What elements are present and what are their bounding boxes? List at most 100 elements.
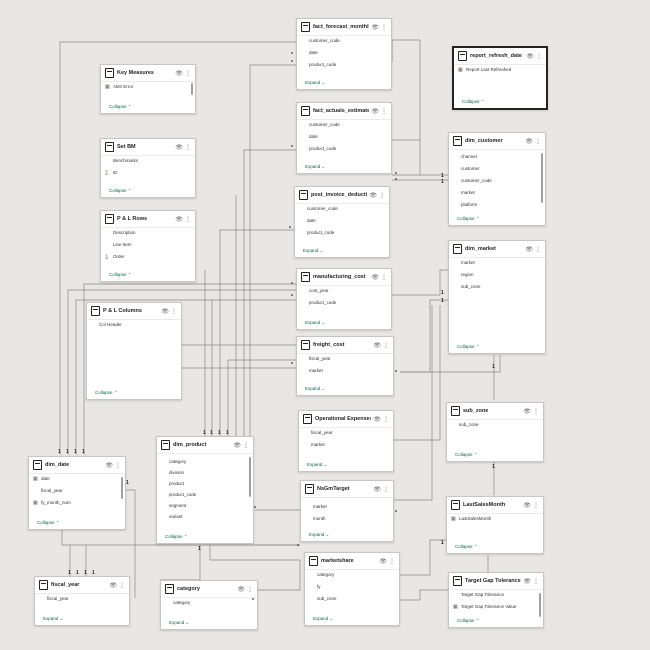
field-row[interactable]: fy (305, 581, 399, 593)
table-card-last-sales-month[interactable]: LastSalesMonth 👁 ⋮ ▦ LastSalesMonth Collaps… (446, 496, 544, 554)
more-options-icon[interactable]: ⋮ (533, 408, 539, 415)
field-row[interactable]: customer_code (297, 35, 391, 47)
expand-toggle[interactable]: Expand ⌄ (305, 80, 325, 86)
field-row[interactable]: category (305, 569, 399, 581)
field-row[interactable]: customer_code (449, 175, 545, 187)
more-options-icon[interactable]: ⋮ (243, 442, 249, 449)
field-row[interactable]: product (157, 478, 253, 489)
more-options-icon[interactable]: ⋮ (171, 308, 177, 315)
table-card-dim-market[interactable]: dim_market 👁 ⋮ market region sub_zone Collap… (448, 240, 546, 354)
more-options-icon[interactable]: ⋮ (115, 462, 121, 469)
eye-icon[interactable]: 👁 (161, 308, 169, 315)
field-row[interactable]: ▦ ABS Error (101, 81, 195, 93)
field-row[interactable]: cost_year (297, 285, 391, 297)
collapse-toggle[interactable]: Collapse ⌃ (457, 216, 480, 222)
scrollbar[interactable] (249, 457, 251, 497)
field-row[interactable]: fiscal_year (297, 353, 393, 365)
field-row[interactable]: market (299, 439, 393, 451)
eye-icon[interactable]: 👁 (175, 144, 183, 151)
field-row[interactable]: fiscal_year (299, 427, 393, 439)
field-row[interactable]: ▦ date (29, 473, 125, 485)
field-row[interactable]: product_code (297, 59, 391, 71)
scrollbar[interactable] (121, 477, 123, 499)
expand-toggle[interactable]: Expand ⌄ (307, 462, 327, 468)
collapse-toggle[interactable]: Collapse ⌃ (462, 99, 485, 105)
eye-icon[interactable]: 👁 (175, 216, 183, 223)
more-options-icon[interactable]: ⋮ (381, 24, 387, 31)
field-row[interactable]: date (297, 47, 391, 59)
field-row[interactable]: sub_zone (447, 419, 543, 431)
table-card-dim-customer[interactable]: dim_customer 👁 ⋮ channel customer customer_c… (448, 132, 546, 226)
field-row[interactable]: month (301, 513, 393, 525)
field-row[interactable]: market (301, 501, 393, 513)
table-card-post-invoice-deductions[interactable]: post_invoice_deducti... 👁 ⋮ customer_code d… (294, 186, 390, 258)
field-row[interactable]: segment (157, 500, 253, 511)
collapse-toggle[interactable]: Collapse ⌃ (95, 390, 118, 396)
field-row[interactable]: ▦ Report Last Refreshed (454, 64, 546, 76)
field-row[interactable]: customer (449, 163, 545, 175)
eye-icon[interactable]: 👁 (369, 192, 377, 199)
eye-icon[interactable]: 👁 (373, 342, 381, 349)
table-card-fact-actuals-estimates[interactable]: fact_actuals_estimates 👁 ⋮ customer_code da… (296, 102, 392, 174)
expand-toggle[interactable]: Expand ⌄ (43, 616, 63, 622)
more-options-icon[interactable]: ⋮ (185, 216, 191, 223)
scrollbar[interactable] (539, 593, 541, 617)
field-row[interactable]: Col Header (87, 319, 181, 331)
field-row[interactable]: Target Gap Tolerance (449, 589, 543, 601)
eye-icon[interactable]: 👁 (371, 24, 379, 31)
table-card-fact-forecast-monthly[interactable]: fact_forecast_monthly 👁 ⋮ customer_code dat… (296, 18, 392, 90)
field-row[interactable]: product_code (297, 143, 391, 155)
field-row[interactable]: fiscal_year (29, 485, 125, 497)
field-row[interactable]: region (449, 269, 545, 281)
more-options-icon[interactable]: ⋮ (185, 70, 191, 77)
more-options-icon[interactable]: ⋮ (535, 138, 541, 145)
collapse-toggle[interactable]: Collapse ⌃ (37, 520, 60, 526)
collapse-toggle[interactable]: Collapse ⌃ (109, 272, 132, 278)
eye-icon[interactable]: 👁 (105, 462, 113, 469)
field-row[interactable]: ▦ fy_month_num (29, 497, 125, 509)
table-card-dim-product[interactable]: dim_product 👁 ⋮ category division product … (156, 436, 254, 544)
eye-icon[interactable]: 👁 (109, 582, 117, 589)
table-card-set-bm[interactable]: Set BM 👁 ⋮ Benchmarks ∑ ID Collapse ⌃ (100, 138, 196, 198)
field-row[interactable]: channel (449, 151, 545, 163)
table-card-target-gap-tolerance[interactable]: Target Gap Tolerance 👁 ⋮ Target Gap Tolera… (448, 572, 544, 628)
more-options-icon[interactable]: ⋮ (533, 502, 539, 509)
collapse-toggle[interactable]: Collapse ⌃ (457, 344, 480, 350)
table-card-operational-expenses[interactable]: Operational Expenses 👁 ⋮ fiscal_year market… (298, 410, 394, 472)
eye-icon[interactable]: 👁 (525, 246, 533, 253)
more-options-icon[interactable]: ⋮ (389, 558, 395, 565)
table-card-fiscal-year[interactable]: fiscal_year 👁 ⋮ fiscal_year Expand ⌄ (34, 576, 130, 626)
eye-icon[interactable]: 👁 (373, 486, 381, 493)
more-options-icon[interactable]: ⋮ (119, 582, 125, 589)
more-options-icon[interactable]: ⋮ (533, 578, 539, 585)
eye-icon[interactable]: 👁 (175, 70, 183, 77)
expand-toggle[interactable]: Expand ⌄ (303, 248, 323, 254)
field-row[interactable]: date (295, 215, 389, 227)
field-row[interactable]: category (157, 456, 253, 467)
more-options-icon[interactable]: ⋮ (381, 108, 387, 115)
field-row[interactable]: platform (449, 199, 545, 211)
field-row[interactable]: Line Item (101, 239, 195, 251)
eye-icon[interactable]: 👁 (523, 502, 531, 509)
field-row[interactable]: Benchmarks (101, 155, 195, 167)
scrollbar[interactable] (191, 83, 193, 95)
eye-icon[interactable]: 👁 (371, 108, 379, 115)
collapse-toggle[interactable]: Collapse ⌃ (455, 452, 478, 458)
eye-icon[interactable]: 👁 (371, 274, 379, 281)
field-row[interactable]: sub_zone (305, 593, 399, 605)
field-row[interactable]: market (297, 365, 393, 377)
collapse-toggle[interactable]: Collapse ⌃ (165, 534, 188, 540)
table-card-sub-zone[interactable]: sub_zone 👁 ⋮ sub_zone Collapse ⌃ (446, 402, 544, 462)
table-card-marketshare[interactable]: marketshare 👁 ⋮ category fy sub_zone Expand … (304, 552, 400, 626)
eye-icon[interactable]: 👁 (373, 416, 381, 423)
field-row[interactable]: market (449, 187, 545, 199)
field-row[interactable]: ∑ ID (101, 167, 195, 179)
field-row[interactable]: product_code (295, 227, 389, 239)
table-card-category[interactable]: category 👁 ⋮ category Expand ⌄ (160, 580, 258, 630)
table-card-nsgmtarget[interactable]: NsGmTarget 👁 ⋮ market month Expand ⌄ (300, 480, 394, 542)
more-options-icon[interactable]: ⋮ (247, 586, 253, 593)
field-row[interactable]: date (297, 131, 391, 143)
eye-icon[interactable]: 👁 (525, 138, 533, 145)
more-options-icon[interactable]: ⋮ (379, 192, 385, 199)
field-row[interactable]: ▦ Target Gap Tolerance Value (449, 601, 543, 613)
